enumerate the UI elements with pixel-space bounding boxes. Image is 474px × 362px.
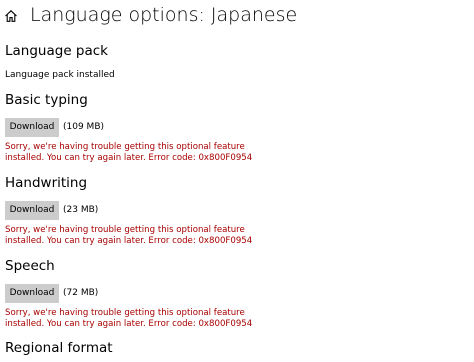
page-title: Language options: Japanese xyxy=(30,4,298,26)
basic-typing-size: (109 MB) xyxy=(63,122,105,132)
speech-download-button[interactable]: Download xyxy=(5,284,59,303)
language-pack-heading: Language pack xyxy=(5,43,108,59)
handwriting-download-button[interactable]: Download xyxy=(5,201,59,220)
basic-typing-error-message: Sorry, we're having trouble getting this… xyxy=(5,142,253,163)
handwriting-error-message: Sorry, we're having trouble getting this… xyxy=(5,225,253,246)
header: Language options: Japanese xyxy=(0,0,474,34)
language-pack-status: Language pack installed xyxy=(5,70,115,80)
regional-format-heading: Regional format xyxy=(5,340,113,356)
basic-typing-heading: Basic typing xyxy=(5,92,88,108)
home-icon[interactable] xyxy=(4,9,18,23)
handwriting-size: (23 MB) xyxy=(63,205,99,215)
basic-typing-download-button[interactable]: Download xyxy=(5,118,59,137)
handwriting-heading: Handwriting xyxy=(5,175,88,191)
speech-error-message: Sorry, we're having trouble getting this… xyxy=(5,308,253,329)
speech-heading: Speech xyxy=(5,258,55,274)
speech-size: (72 MB) xyxy=(63,288,99,298)
language-options-page: Language options: Japanese Language pack… xyxy=(0,0,474,362)
